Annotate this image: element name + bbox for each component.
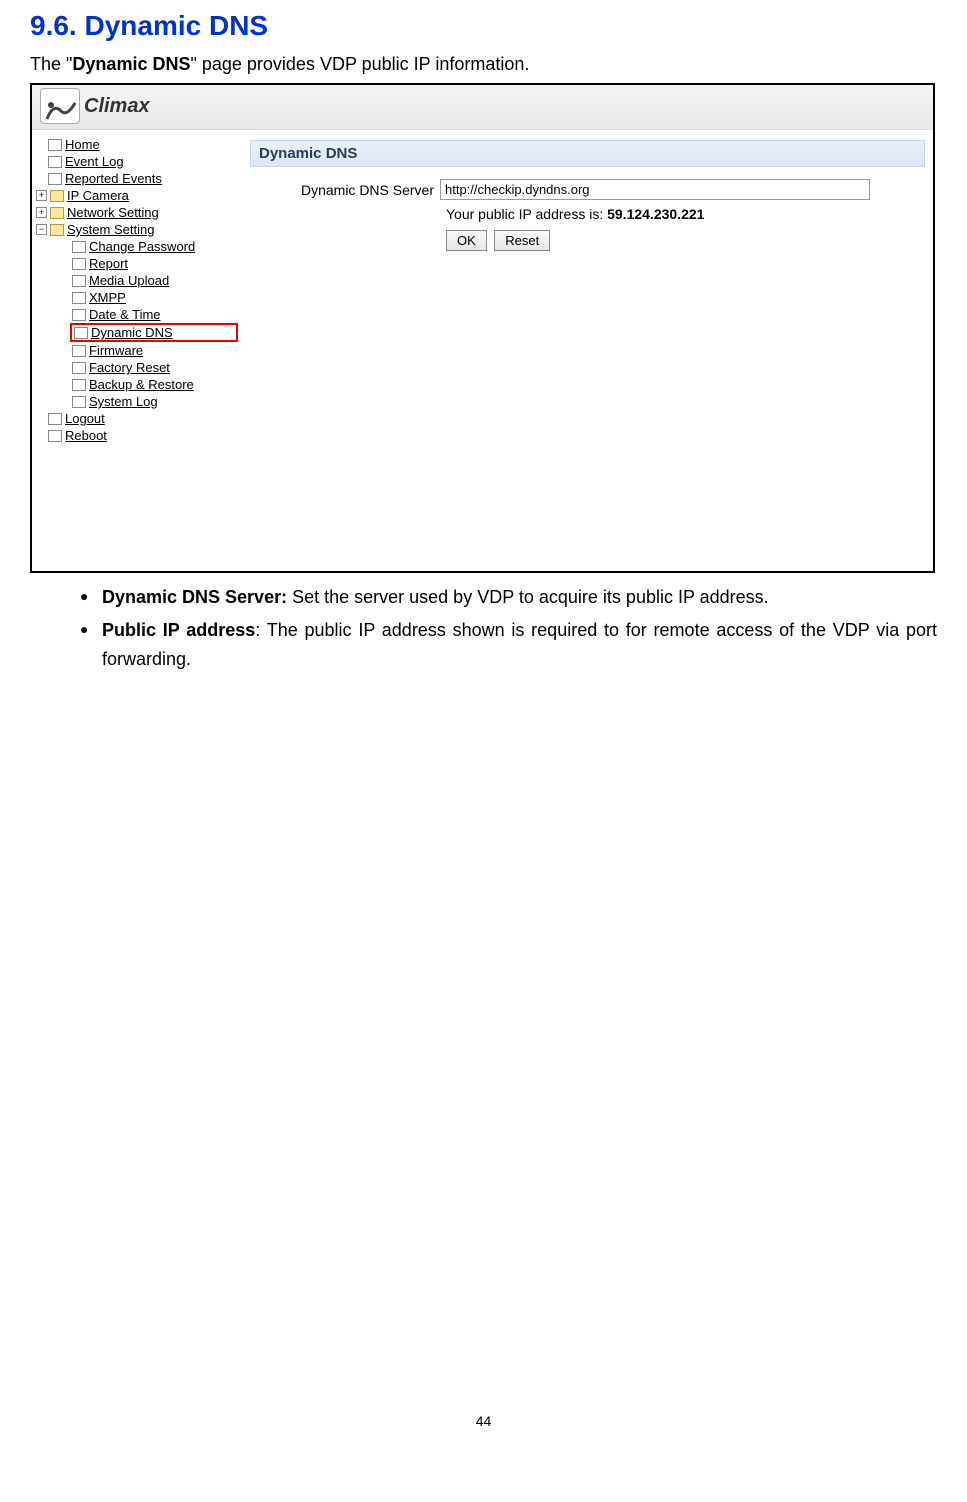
nav-label: XMPP	[89, 290, 126, 305]
page-icon	[48, 156, 62, 168]
nav-label: System Log	[89, 394, 158, 409]
page-icon	[74, 327, 88, 339]
logo-bar: Climax	[32, 85, 933, 130]
ip-row: Your public IP address is: 59.124.230.22…	[250, 206, 925, 222]
nav-label: Factory Reset	[89, 360, 170, 375]
logo: Climax	[40, 88, 150, 124]
nav-label: Change Password	[89, 239, 195, 254]
bullet-bold: Public IP address	[102, 620, 255, 640]
screenshot-frame: Climax Home Event Log Reported Events + I…	[30, 83, 935, 573]
nav-label: Logout	[65, 411, 105, 426]
nav-label: Media Upload	[89, 273, 169, 288]
expand-icon[interactable]: +	[36, 190, 47, 201]
bullet-list: Dynamic DNS Server: Set the server used …	[30, 583, 937, 673]
page-number: 44	[30, 1413, 937, 1429]
nav-report[interactable]: Report	[72, 255, 238, 272]
bullet-item: Public IP address: The public IP address…	[80, 616, 937, 674]
folder-icon	[50, 190, 64, 202]
page-icon	[72, 309, 86, 321]
logo-text: Climax	[84, 95, 150, 118]
nav-dynamic-dns[interactable]: Dynamic DNS	[70, 323, 238, 342]
nav-label: Backup & Restore	[89, 377, 194, 392]
folder-icon	[50, 207, 64, 219]
nav-factory-reset[interactable]: Factory Reset	[72, 359, 238, 376]
nav-label: Network Setting	[67, 205, 159, 220]
intro-pre: The "	[30, 54, 72, 74]
nav-label: System Setting	[67, 222, 154, 237]
nav-label: Firmware	[89, 343, 143, 358]
logo-icon	[40, 88, 80, 124]
nav-label: IP Camera	[67, 188, 129, 203]
bullet-text: Set the server used by VDP to acquire it…	[287, 587, 769, 607]
section-heading: 9.6. Dynamic DNS	[30, 10, 937, 42]
panel-title: Dynamic DNS	[250, 140, 925, 167]
server-input[interactable]	[440, 179, 870, 200]
main-area: Home Event Log Reported Events + IP Camer…	[32, 130, 933, 571]
page-icon	[48, 139, 62, 151]
nav-system-log[interactable]: System Log	[72, 393, 238, 410]
nav-network-setting[interactable]: + Network Setting	[36, 204, 238, 221]
ip-label: Your public IP address is:	[446, 206, 607, 222]
reset-button[interactable]: Reset	[494, 230, 550, 251]
nav-label: Reported Events	[65, 171, 162, 186]
page-icon	[72, 292, 86, 304]
page-icon	[72, 241, 86, 253]
nav-home[interactable]: Home	[48, 136, 238, 153]
page-icon	[72, 396, 86, 408]
nav-label: Date & Time	[89, 307, 161, 322]
page-icon	[72, 362, 86, 374]
bullet-bold: Dynamic DNS Server:	[102, 587, 287, 607]
page-icon	[72, 379, 86, 391]
nav-firmware[interactable]: Firmware	[72, 342, 238, 359]
nav-reported-events[interactable]: Reported Events	[48, 170, 238, 187]
nav-label: Reboot	[65, 428, 107, 443]
nav-change-password[interactable]: Change Password	[72, 238, 238, 255]
nav-logout[interactable]: Logout	[48, 410, 238, 427]
ip-value: 59.124.230.221	[607, 206, 704, 222]
collapse-icon[interactable]: −	[36, 224, 47, 235]
intro-bold: Dynamic DNS	[72, 54, 190, 74]
server-row: Dynamic DNS Server	[250, 179, 925, 200]
page-icon	[48, 430, 62, 442]
nav-label: Report	[89, 256, 128, 271]
page-icon	[48, 173, 62, 185]
nav-label: Dynamic DNS	[91, 325, 173, 340]
nav-media-upload[interactable]: Media Upload	[72, 272, 238, 289]
nav-ip-camera[interactable]: + IP Camera	[36, 187, 238, 204]
nav-xmpp[interactable]: XMPP	[72, 289, 238, 306]
tree-nav: Home Event Log Reported Events + IP Camer…	[32, 130, 242, 571]
page-icon	[72, 345, 86, 357]
nav-backup-restore[interactable]: Backup & Restore	[72, 376, 238, 393]
page-icon	[72, 275, 86, 287]
page-icon	[48, 413, 62, 425]
folder-icon	[50, 224, 64, 236]
bullet-item: Dynamic DNS Server: Set the server used …	[80, 583, 937, 612]
ok-button[interactable]: OK	[446, 230, 487, 251]
nav-label: Event Log	[65, 154, 124, 169]
intro-post: " page provides VDP public IP informatio…	[190, 54, 529, 74]
page-icon	[72, 258, 86, 270]
button-row: OK Reset	[250, 230, 925, 251]
nav-date-time[interactable]: Date & Time	[72, 306, 238, 323]
expand-icon[interactable]: +	[36, 207, 47, 218]
nav-event-log[interactable]: Event Log	[48, 153, 238, 170]
content-pane: Dynamic DNS Dynamic DNS Server Your publ…	[242, 130, 933, 571]
nav-reboot[interactable]: Reboot	[48, 427, 238, 444]
intro-text: The "Dynamic DNS" page provides VDP publ…	[30, 54, 937, 75]
server-label: Dynamic DNS Server	[280, 182, 440, 198]
nav-label: Home	[65, 137, 100, 152]
nav-system-setting[interactable]: − System Setting	[36, 221, 238, 238]
